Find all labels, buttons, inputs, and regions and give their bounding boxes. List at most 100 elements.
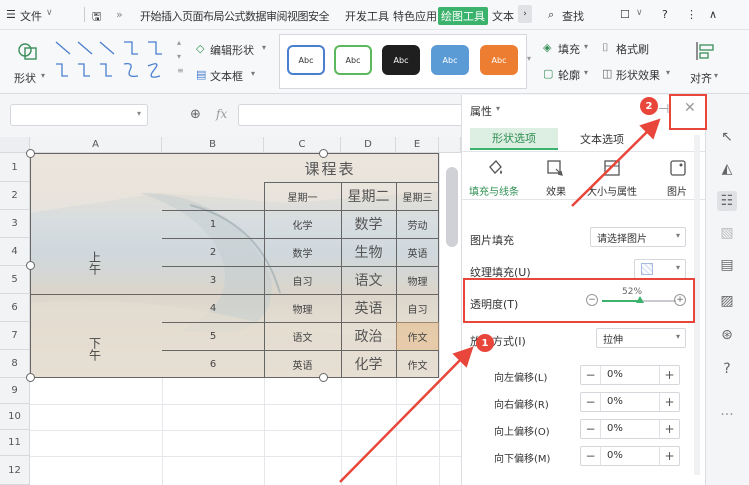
text-box-button[interactable]: 文本框: [210, 68, 243, 84]
row-header-7[interactable]: 7: [0, 322, 30, 350]
tab-text-options[interactable]: 文本选项: [558, 128, 646, 150]
resize-handle-bottom[interactable]: [319, 373, 328, 382]
resize-handle-left[interactable]: [26, 261, 35, 270]
style-gallery-expand-icon[interactable]: ▾: [527, 54, 531, 63]
outline-button[interactable]: 轮廓: [558, 67, 580, 83]
more-icon[interactable]: ···: [717, 405, 737, 425]
offset-up-stepper[interactable]: − 0% +: [580, 419, 680, 439]
row-header-3[interactable]: 3: [0, 210, 30, 238]
subtab-picture[interactable]: 图片: [667, 183, 687, 198]
column-header-d[interactable]: D: [341, 137, 396, 153]
gallery-scroll-down-icon[interactable]: ▾: [177, 52, 181, 61]
style-swatch-orange[interactable]: Abc: [480, 45, 518, 75]
minus-icon[interactable]: −: [581, 447, 601, 465]
zoom-icon[interactable]: ⊕: [190, 107, 201, 122]
cloud-icon[interactable]: ☐: [620, 8, 630, 21]
panel-title[interactable]: 属性: [470, 103, 492, 119]
edit-shape-button[interactable]: 编辑形状: [210, 42, 254, 58]
image-icon[interactable]: ▨: [717, 291, 737, 311]
schedule-picture[interactable]: 课程表 星期一 星期二 星期三 1 2 3 4 5 6 化学 数学 自习 物理 …: [30, 153, 439, 378]
tab-scroll-button[interactable]: ›: [518, 5, 532, 23]
column-header-a[interactable]: A: [30, 137, 162, 153]
chevron-down-icon[interactable]: ∨: [46, 8, 53, 18]
shape-effect-dropdown-icon[interactable]: ▾: [666, 68, 670, 77]
table-icon[interactable]: ▤: [717, 255, 737, 275]
worksheet[interactable]: A B C D E 1 2 3 4 5 6 7 8 9 10 11 12 课程表…: [0, 137, 461, 485]
menu-tabs[interactable]: 开始插入页面布局公式数据审阅视图安全: [140, 8, 330, 24]
subtab-size-property[interactable]: 大小与属性: [587, 183, 637, 198]
properties-icon[interactable]: ☷: [717, 191, 737, 211]
row-header-4[interactable]: 4: [0, 238, 30, 266]
outline-icon[interactable]: ▢: [543, 67, 553, 80]
placement-dropdown[interactable]: 拉伸 ▾: [596, 328, 686, 348]
formula-input[interactable]: [238, 104, 461, 126]
style-icon[interactable]: ◭: [717, 159, 737, 179]
plus-icon[interactable]: +: [659, 366, 679, 384]
tab-special[interactable]: 特色应用: [393, 8, 437, 24]
align-icon[interactable]: [694, 40, 716, 62]
search-icon[interactable]: ⌕: [548, 8, 554, 22]
shape-effect-button[interactable]: 形状效果: [616, 67, 660, 83]
picture-fill-dropdown[interactable]: 请选择图片 ▾: [590, 227, 686, 247]
column-header-c[interactable]: C: [264, 137, 341, 153]
tab-dev-tools[interactable]: 开发工具: [345, 8, 389, 24]
picture-icon[interactable]: [669, 159, 687, 177]
cursor-icon[interactable]: ↖: [717, 127, 737, 147]
format-brush-button[interactable]: 格式刷: [616, 41, 649, 57]
text-box-icon[interactable]: ▤: [196, 68, 206, 81]
shape-effect-icon[interactable]: ◫: [602, 67, 612, 80]
subtab-effect[interactable]: 效果: [546, 183, 566, 198]
help-icon[interactable]: ?: [717, 359, 737, 379]
align-button[interactable]: 对齐: [690, 70, 712, 86]
minus-icon[interactable]: −: [581, 366, 601, 384]
shape-dropdown-icon[interactable]: ▾: [41, 71, 45, 80]
resize-handle-top[interactable]: [319, 149, 328, 158]
more-options-icon[interactable]: ⋮: [686, 8, 697, 21]
fill-icon[interactable]: ◈: [543, 41, 551, 54]
row-header-2[interactable]: 2: [0, 182, 30, 210]
tab-drawing-tools[interactable]: 绘图工具: [438, 7, 488, 25]
column-header-b[interactable]: B: [162, 137, 264, 153]
row-header-1[interactable]: 1: [0, 153, 30, 182]
style-swatch-blue[interactable]: Abc: [431, 45, 469, 75]
outline-dropdown-icon[interactable]: ▾: [584, 68, 588, 77]
row-header-9[interactable]: 9: [0, 378, 30, 404]
save-icon[interactable]: 🖫: [92, 8, 101, 27]
gallery-expand-icon[interactable]: ≡: [177, 66, 184, 75]
file-menu[interactable]: 文件: [20, 8, 42, 24]
settings-icon[interactable]: ⊛: [717, 325, 737, 345]
edit-shape-dropdown-icon[interactable]: ▾: [262, 43, 266, 52]
fx-icon[interactable]: fx: [216, 107, 227, 121]
offset-left-stepper[interactable]: − 0% +: [580, 365, 680, 385]
more-icon[interactable]: »: [116, 8, 123, 21]
minus-icon[interactable]: −: [581, 393, 601, 411]
row-header-11[interactable]: 11: [0, 430, 30, 456]
row-header-5[interactable]: 5: [0, 266, 30, 294]
collapse-ribbon-icon[interactable]: ∧: [709, 8, 717, 21]
search-label[interactable]: 查找: [562, 8, 584, 24]
shape-gallery[interactable]: [52, 36, 176, 86]
subtab-fill-line[interactable]: 填充与线条: [469, 183, 519, 198]
fill-button[interactable]: 填充: [558, 41, 580, 57]
hamburger-icon[interactable]: ☰: [6, 8, 16, 21]
plus-icon[interactable]: +: [659, 447, 679, 465]
resize-handle-bottom-left[interactable]: [26, 373, 35, 382]
gallery-scroll-up-icon[interactable]: ▴: [177, 38, 181, 47]
help-icon[interactable]: ?: [662, 8, 668, 21]
format-brush-icon[interactable]: ⌷: [602, 41, 609, 55]
row-header-10[interactable]: 10: [0, 404, 30, 430]
row-header-8[interactable]: 8: [0, 350, 30, 378]
vertical-scrollbar[interactable]: [446, 167, 458, 247]
row-header-12[interactable]: 12: [0, 456, 30, 485]
row-header-6[interactable]: 6: [0, 294, 30, 322]
resize-handle-top-left[interactable]: [26, 149, 35, 158]
shape-icon[interactable]: [16, 40, 40, 62]
panel-title-dropdown-icon[interactable]: ▾: [496, 104, 500, 113]
plus-icon[interactable]: +: [659, 420, 679, 438]
style-swatch-blue-outline[interactable]: Abc: [287, 45, 325, 75]
style-swatch-black[interactable]: Abc: [382, 45, 420, 75]
plus-icon[interactable]: +: [659, 393, 679, 411]
text-box-dropdown-icon[interactable]: ▾: [251, 69, 255, 78]
align-dropdown-icon[interactable]: ▾: [714, 71, 718, 80]
transform-icon[interactable]: ▧: [717, 223, 737, 243]
